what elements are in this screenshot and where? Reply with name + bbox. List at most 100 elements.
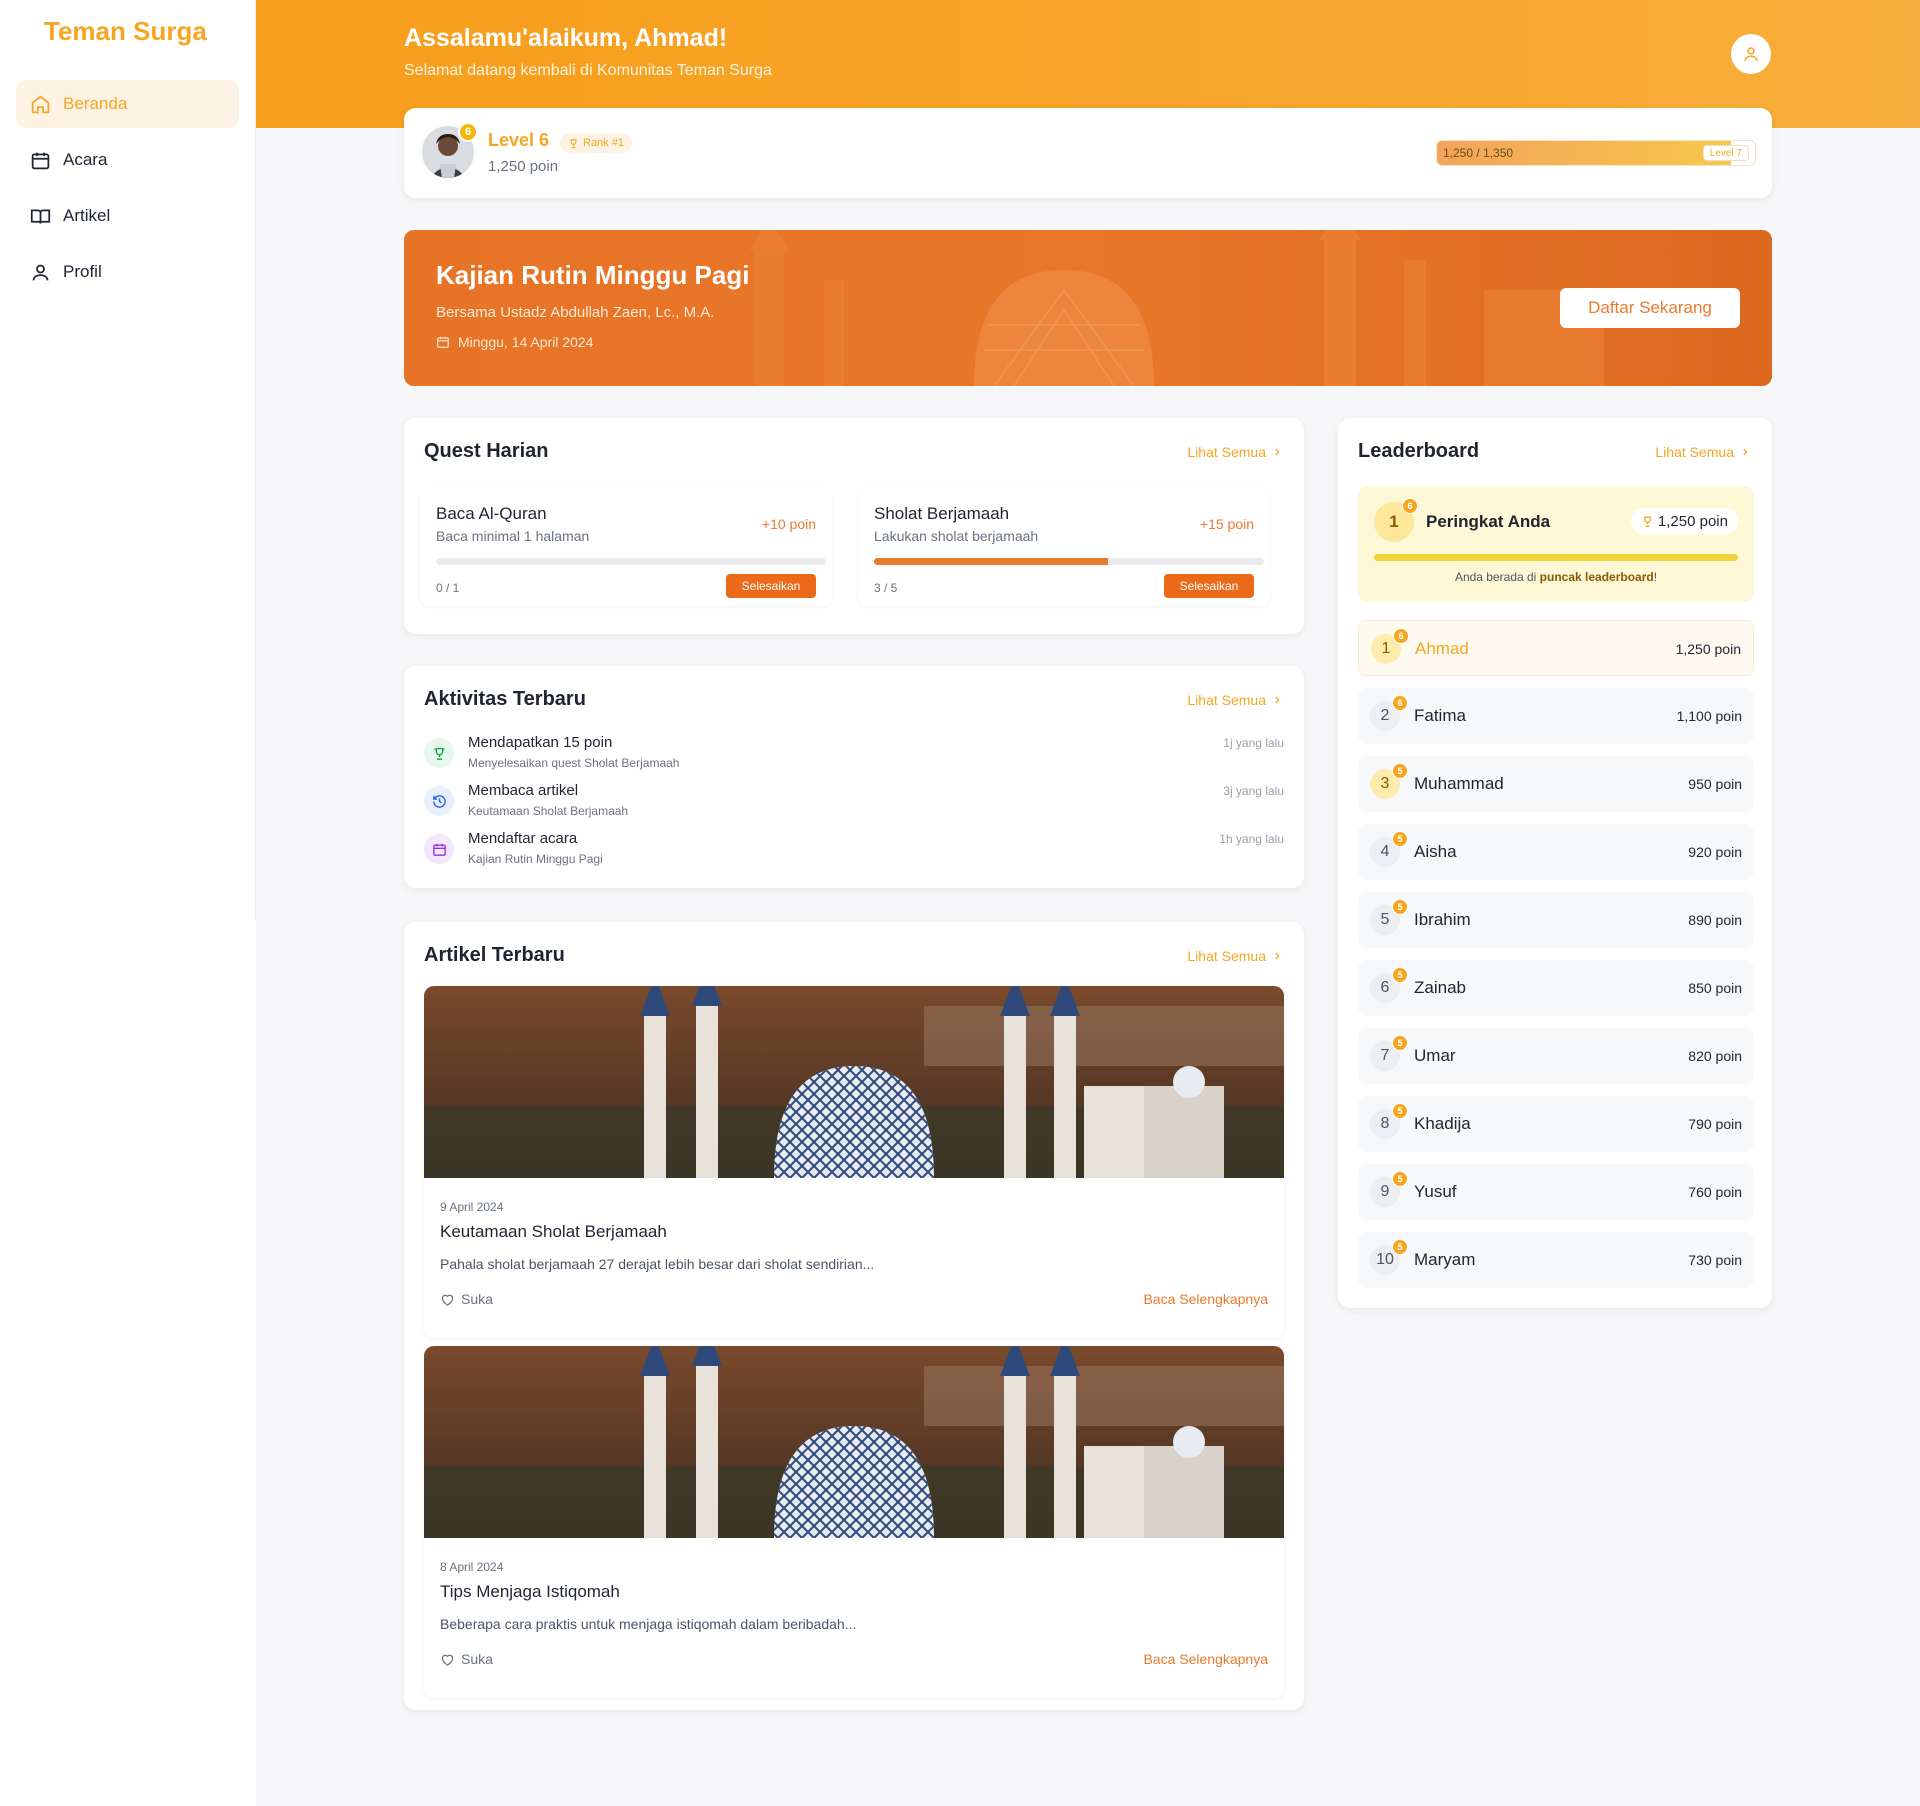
quest-desc: Lakukan sholat berjamaah bbox=[874, 528, 1039, 544]
article-card[interactable]: 9 April 2024 Keutamaan Sholat Berjamaah … bbox=[424, 986, 1284, 1338]
quest-count: 3 / 5 bbox=[874, 581, 898, 595]
sidebar-item-profil[interactable]: Profil bbox=[16, 248, 239, 296]
brand-logo[interactable]: Teman Surga bbox=[44, 16, 207, 47]
activity-icon-wrap bbox=[424, 738, 454, 768]
quest-name: Baca Al-Quran bbox=[436, 504, 547, 523]
my-rank-points-text: 1,250 poin bbox=[1657, 512, 1728, 530]
sidebar-item-label: Artikel bbox=[63, 206, 111, 225]
leaderboard-name: Fatima bbox=[1414, 706, 1466, 725]
my-rank-note: Anda berada di puncak leaderboard! bbox=[1358, 570, 1754, 584]
leaderboard-row[interactable]: 7 5 Umar 820 poin bbox=[1358, 1028, 1754, 1084]
sidebar-item-acara[interactable]: Acara bbox=[16, 136, 239, 184]
see-all-label: Lihat Semua bbox=[1655, 444, 1734, 460]
event-banner: Kajian Rutin Minggu Pagi Bersama Ustadz … bbox=[404, 230, 1772, 386]
leaderboard-row[interactable]: 3 5 Muhammad 950 poin bbox=[1358, 756, 1754, 812]
article-excerpt: Pahala sholat berjamaah 27 derajat lebih… bbox=[440, 1256, 875, 1272]
read-more-link[interactable]: Baca Selengkapnya bbox=[1143, 1291, 1268, 1307]
activity-item[interactable]: Membaca artikel Keutamaan Sholat Berjama… bbox=[424, 782, 1284, 826]
leaderboard-row[interactable]: 4 5 Aisha 920 poin bbox=[1358, 824, 1754, 880]
quest-progress-bar bbox=[874, 558, 1264, 565]
article-image bbox=[424, 1346, 1284, 1538]
trophy-icon bbox=[434, 747, 444, 760]
quest-points: +10 poin bbox=[761, 516, 816, 532]
quest-count: 0 / 1 bbox=[436, 581, 460, 595]
banner-subtitle: Bersama Ustadz Abdullah Zaen, Lc., M.A. bbox=[436, 304, 715, 321]
leaderboard-row[interactable]: 10 5 Maryam 730 poin bbox=[1358, 1232, 1754, 1288]
like-label: Suka bbox=[461, 1651, 493, 1667]
leaderboard-points: 890 poin bbox=[1688, 912, 1742, 928]
activity-see-all-link[interactable]: Lihat Semua bbox=[1187, 692, 1282, 708]
register-button[interactable]: Daftar Sekarang bbox=[1560, 288, 1740, 328]
article-card[interactable]: 8 April 2024 Tips Menjaga Istiqomah Bebe… bbox=[424, 1346, 1284, 1698]
leaderboard-points: 730 poin bbox=[1688, 1252, 1742, 1268]
article-excerpt: Beberapa cara praktis untuk menjaga isti… bbox=[440, 1616, 857, 1632]
like-button[interactable]: Suka bbox=[440, 1651, 493, 1667]
history-icon bbox=[432, 794, 446, 808]
banner-title: Kajian Rutin Minggu Pagi bbox=[436, 260, 750, 290]
article-title[interactable]: Tips Menjaga Istiqomah bbox=[440, 1582, 620, 1602]
rank-pill: Rank #1 bbox=[560, 133, 632, 153]
trophy-icon bbox=[570, 138, 577, 148]
activity-title: Aktivitas Terbaru bbox=[424, 688, 586, 710]
leaderboard-row[interactable]: 6 5 Zainab 850 poin bbox=[1358, 960, 1754, 1016]
quest-see-all-link[interactable]: Lihat Semua bbox=[1187, 444, 1282, 460]
leaderboard-name: Umar bbox=[1414, 1046, 1456, 1065]
level-title: Level 6 bbox=[488, 130, 550, 150]
leaderboard-level-badge: 5 bbox=[1392, 1239, 1408, 1255]
articles-see-all-link[interactable]: Lihat Semua bbox=[1187, 948, 1282, 964]
banner-date-text: Minggu, 14 April 2024 bbox=[458, 334, 594, 350]
leaderboard-level-badge: 6 bbox=[1392, 695, 1408, 711]
article-title[interactable]: Keutamaan Sholat Berjamaah bbox=[440, 1222, 667, 1242]
chevron-right-icon bbox=[1743, 448, 1748, 456]
read-more-link[interactable]: Baca Selengkapnya bbox=[1143, 1651, 1268, 1667]
leaderboard-row[interactable]: 2 6 Fatima 1,100 poin bbox=[1358, 688, 1754, 744]
greeting-title: Assalamu'alaikum, Ahmad! bbox=[404, 24, 728, 52]
sidebar-item-beranda[interactable]: Beranda bbox=[16, 80, 239, 128]
leaderboard-level-badge: 5 bbox=[1392, 899, 1408, 915]
leaderboard-row[interactable]: 9 5 Yusuf 760 poin bbox=[1358, 1164, 1754, 1220]
leaderboard-title: Leaderboard bbox=[1358, 440, 1480, 462]
leaderboard-see-all-link[interactable]: Lihat Semua bbox=[1655, 444, 1750, 460]
activity-title-text: Mendapatkan 15 poin bbox=[468, 734, 613, 751]
chevron-right-icon bbox=[1275, 448, 1280, 456]
sidebar: Teman Surga Beranda Acara Artikel Profil bbox=[0, 0, 256, 920]
quest-progress-fill bbox=[874, 558, 1108, 565]
quest-title: Quest Harian bbox=[424, 440, 549, 462]
profile-button[interactable] bbox=[1731, 34, 1771, 74]
activity-time: 1j yang lalu bbox=[1223, 736, 1284, 750]
xp-progress-text: 1,250 / 1,350 bbox=[1443, 146, 1514, 160]
complete-quest-button[interactable]: Selesaikan bbox=[1164, 574, 1254, 598]
quest-progress-bar bbox=[436, 558, 826, 565]
leaderboard-level-badge: 5 bbox=[1392, 1171, 1408, 1187]
leaderboard-name: Yusuf bbox=[1414, 1182, 1457, 1201]
see-all-label: Lihat Semua bbox=[1187, 692, 1266, 708]
leaderboard-row[interactable]: 8 5 Khadija 790 poin bbox=[1358, 1096, 1754, 1152]
chevron-right-icon bbox=[1275, 952, 1280, 960]
article-image bbox=[424, 986, 1284, 1178]
activity-time: 1h yang lalu bbox=[1219, 832, 1284, 846]
leaderboard-name: Khadija bbox=[1414, 1114, 1471, 1133]
level-points: 1,250 poin bbox=[488, 158, 559, 175]
my-rank-bar bbox=[1374, 554, 1738, 561]
like-label: Suka bbox=[461, 1291, 493, 1307]
next-level-label: Level 7 bbox=[1702, 145, 1749, 161]
quest-desc: Baca minimal 1 halaman bbox=[436, 528, 590, 544]
leaderboard-name: Aisha bbox=[1414, 842, 1457, 861]
heart-icon bbox=[441, 1294, 454, 1306]
activity-item[interactable]: Mendaftar acara Kajian Rutin Minggu Pagi… bbox=[424, 830, 1284, 874]
my-rank-panel: 1 6 Peringkat Anda 1,250 poin Anda berad… bbox=[1358, 486, 1754, 602]
like-button[interactable]: Suka bbox=[440, 1291, 493, 1307]
leaderboard-row[interactable]: 5 5 Ibrahim 890 poin bbox=[1358, 892, 1754, 948]
leaderboard-points: 820 poin bbox=[1688, 1048, 1742, 1064]
activity-icon-wrap bbox=[424, 786, 454, 816]
activity-item[interactable]: Mendapatkan 15 poin Menyelesaikan quest … bbox=[424, 734, 1284, 778]
leaderboard-points: 920 poin bbox=[1688, 844, 1742, 860]
leaderboard-name: Maryam bbox=[1414, 1250, 1476, 1269]
articles-card: Artikel Terbaru Lihat Semua 9 April 2024… bbox=[404, 922, 1304, 1710]
leaderboard-row[interactable]: 1 6 Ahmad 1,250 poin bbox=[1358, 620, 1754, 676]
leaderboard-points: 850 poin bbox=[1688, 980, 1742, 996]
complete-quest-button[interactable]: Selesaikan bbox=[726, 574, 816, 598]
my-rank-points: 1,250 poin bbox=[1630, 508, 1738, 534]
sidebar-item-artikel[interactable]: Artikel bbox=[16, 192, 239, 240]
home-icon bbox=[31, 95, 50, 113]
